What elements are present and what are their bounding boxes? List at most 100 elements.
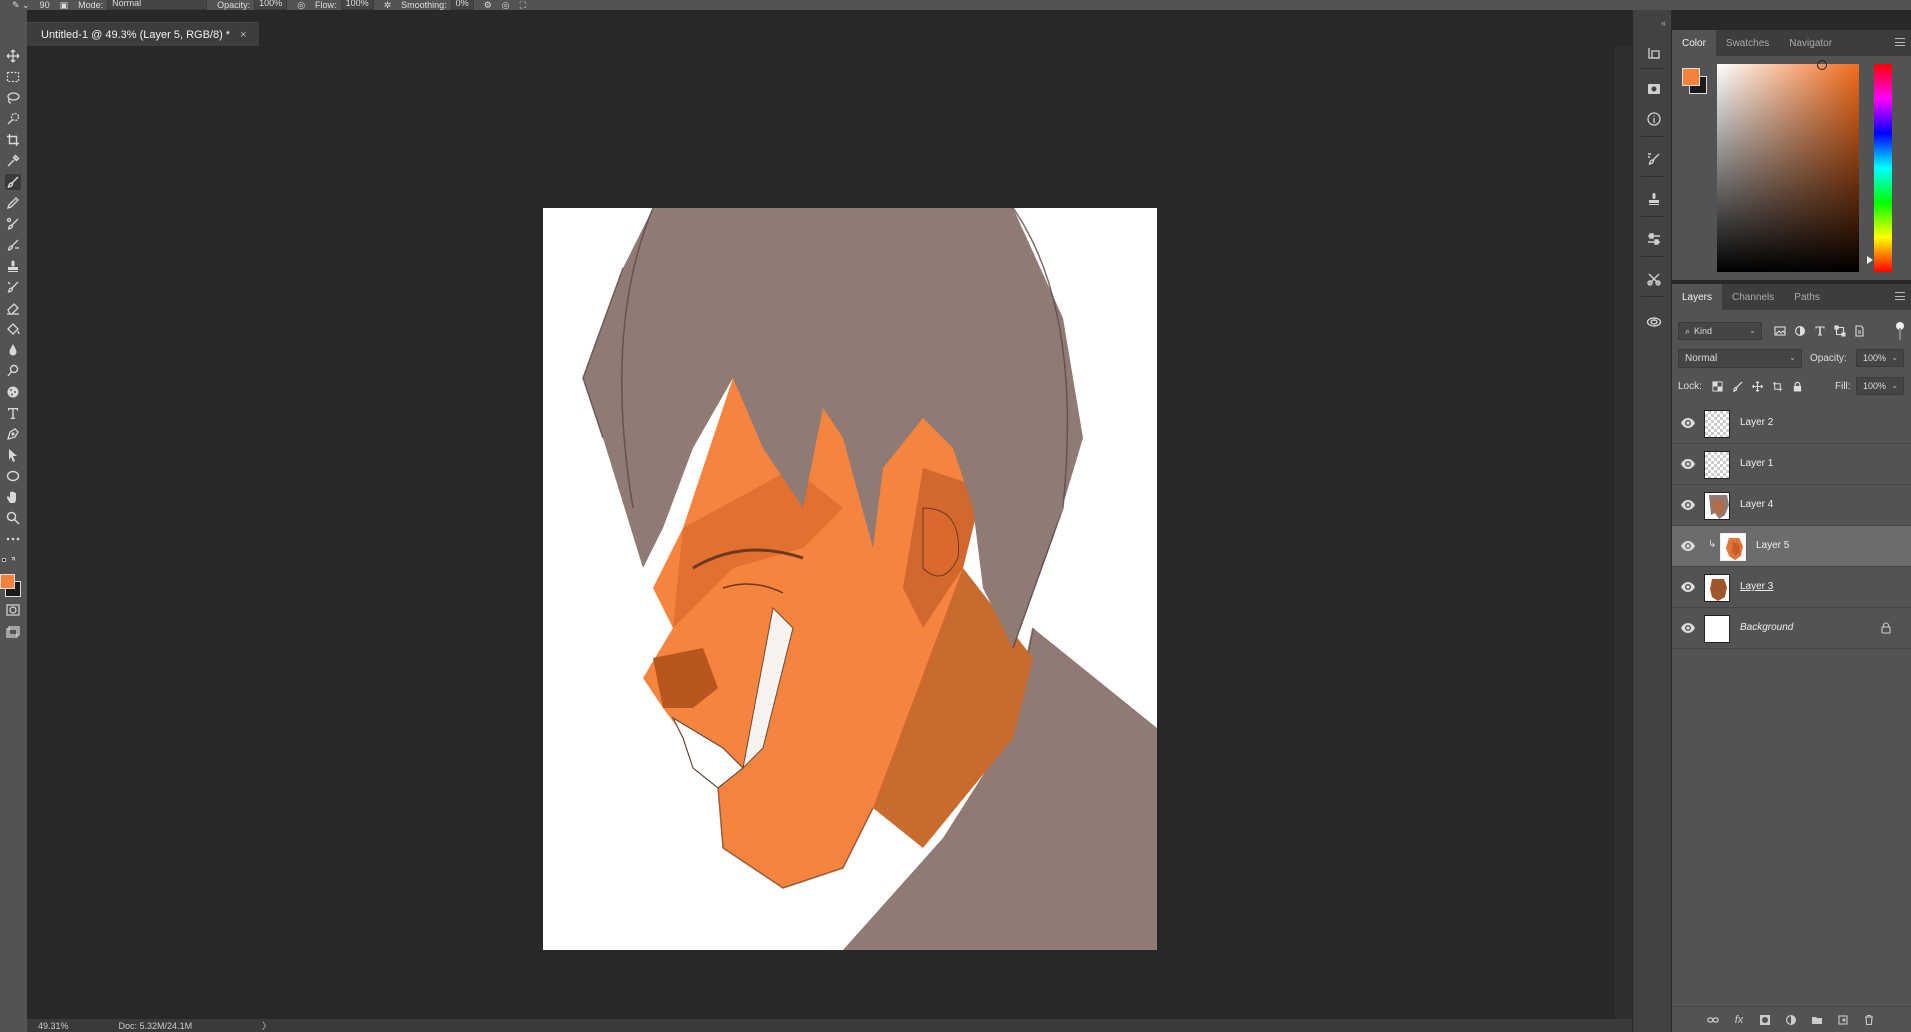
link-layers-icon[interactable] [1706, 1013, 1720, 1027]
vertical-scrollbar[interactable] [1613, 46, 1632, 1019]
visibility-eye-icon[interactable] [1680, 580, 1696, 594]
brush-tool-icon[interactable] [5, 174, 21, 190]
hand-tool-icon[interactable] [5, 489, 21, 505]
filter-adjustment-icon[interactable] [1793, 324, 1807, 338]
layer-row-layer-3[interactable]: Layer 3 [1672, 567, 1911, 608]
mixer-brush-tool-icon[interactable] [5, 237, 21, 253]
layers-panel-menu-icon[interactable] [1895, 292, 1905, 300]
tab-paths[interactable]: Paths [1784, 284, 1830, 310]
info-panel-icon[interactable] [1645, 110, 1663, 128]
brush-size[interactable]: 90 [40, 1, 50, 10]
dodge-tool-icon[interactable] [5, 363, 21, 379]
opacity-field[interactable]: 100% [254, 0, 288, 10]
visibility-eye-icon[interactable] [1680, 416, 1696, 430]
add-layer-mask-icon[interactable] [1758, 1013, 1772, 1027]
marquee-tool-icon[interactable] [5, 69, 21, 85]
canvas-workspace[interactable] [27, 46, 1613, 1019]
lock-image-pixels-icon[interactable] [1730, 379, 1744, 393]
collapse-panels-icon[interactable]: « [1661, 18, 1666, 28]
hue-slider-handle[interactable] [1867, 256, 1873, 264]
layer-name[interactable]: Layer 4 [1740, 499, 1773, 510]
color-picker-field[interactable] [1717, 60, 1859, 272]
tab-navigator[interactable]: Navigator [1779, 30, 1842, 56]
brush-preset-icon[interactable]: ✎ ⌄ [12, 1, 30, 10]
lasso-tool-icon[interactable] [5, 90, 21, 106]
visibility-eye-icon[interactable] [1680, 457, 1696, 471]
screen-mode-icon[interactable] [5, 624, 21, 640]
layer-row-background[interactable]: Background [1672, 608, 1911, 649]
quick-select-tool-icon[interactable] [5, 111, 21, 127]
document-tab[interactable]: Untitled-1 @ 49.3% (Layer 5, RGB/8) * × [27, 22, 259, 46]
smoothing-settings-gear-icon[interactable]: ⚙ [484, 1, 492, 10]
lock-position-icon[interactable] [1750, 379, 1764, 393]
layer-name[interactable]: Layer 2 [1740, 417, 1773, 428]
layer-opacity-field[interactable]: 100% ⌄ [1856, 349, 1904, 367]
zoom-level[interactable]: 49.31% [38, 1021, 69, 1031]
visibility-eye-icon[interactable] [1680, 539, 1696, 553]
foreground-color-swatch[interactable] [0, 574, 15, 589]
actions-panel-icon[interactable] [1645, 80, 1663, 98]
visibility-eye-icon[interactable] [1680, 498, 1696, 512]
type-tool-icon[interactable] [5, 405, 21, 421]
libraries-icon[interactable] [1645, 312, 1663, 330]
filter-smart-object-icon[interactable] [1852, 324, 1866, 338]
new-layer-icon[interactable] [1836, 1013, 1850, 1027]
artboard-canvas[interactable] [543, 208, 1157, 950]
airbrush-icon[interactable]: ✲ [384, 1, 392, 10]
foreground-color-swatch-panel[interactable] [1682, 68, 1700, 86]
clone-brush-tool-icon[interactable] [5, 216, 21, 232]
visibility-eye-icon[interactable] [1680, 621, 1696, 635]
tool-presets-icon[interactable] [1645, 270, 1663, 288]
move-tool-icon[interactable] [5, 48, 21, 64]
pressure-size-icon[interactable]: ◎ [502, 1, 510, 10]
pen-tool-icon[interactable] [5, 426, 21, 442]
clone-source-icon[interactable] [1645, 190, 1663, 208]
brush-settings-icon[interactable] [1645, 150, 1663, 168]
stamp-tool-icon[interactable] [5, 258, 21, 274]
layer-lock-icon[interactable] [1881, 622, 1891, 634]
eraser-tool-icon[interactable] [5, 300, 21, 316]
lock-all-icon[interactable] [1790, 379, 1804, 393]
color-panel-menu-icon[interactable] [1895, 38, 1905, 46]
ellipse-tool-icon[interactable] [5, 468, 21, 484]
new-adjustment-layer-icon[interactable] [1784, 1013, 1798, 1027]
smoothing-field[interactable]: 0% [450, 0, 474, 10]
layer-name[interactable]: Layer 3 [1740, 581, 1773, 592]
adjustments-icon[interactable] [1645, 230, 1663, 248]
new-group-folder-icon[interactable] [1810, 1013, 1824, 1027]
paint-bucket-tool-icon[interactable] [5, 321, 21, 337]
layer-row-layer-1[interactable]: Layer 1 [1672, 444, 1911, 485]
path-selection-tool-icon[interactable] [5, 447, 21, 463]
crop-tool-icon[interactable] [5, 132, 21, 148]
layer-style-fx-icon[interactable]: fx [1732, 1013, 1746, 1027]
brush-panel-toggle-icon[interactable]: ▣ [60, 1, 69, 10]
more-tools-icon[interactable] [5, 531, 21, 547]
filter-pixel-icon[interactable] [1773, 324, 1787, 338]
layer-name[interactable]: Layer 1 [1740, 458, 1773, 469]
layer-name[interactable]: Background [1740, 622, 1793, 633]
tab-layers[interactable]: Layers [1672, 284, 1723, 310]
hue-slider[interactable] [1874, 64, 1892, 272]
layer-filter-kind-select[interactable]: ⌕ Kind ⌄ [1678, 322, 1762, 340]
mode-select[interactable]: Normal [107, 0, 208, 10]
layer-name[interactable]: Layer 5 [1756, 540, 1789, 551]
filter-shape-icon[interactable] [1833, 324, 1847, 338]
sponge-tool-icon[interactable] [5, 384, 21, 400]
status-menu-arrow-icon[interactable]: 〉 [262, 1019, 271, 1032]
filter-type-icon[interactable] [1813, 324, 1827, 338]
layer-row-layer-4[interactable]: Layer 4 [1672, 485, 1911, 526]
layer-row-layer-5[interactable]: ↳ Layer 5 [1672, 526, 1911, 567]
zoom-tool-icon[interactable] [5, 510, 21, 526]
layer-row-layer-2[interactable]: Layer 2 [1672, 403, 1911, 444]
quick-mask-icon[interactable] [5, 602, 21, 618]
swap-reset-colors-icon[interactable] [0, 555, 18, 565]
close-tab-icon[interactable]: × [240, 29, 246, 41]
blend-mode-select[interactable]: Normal ⌄ [1678, 349, 1802, 368]
symmetry-icon[interactable]: ⛶ [520, 1, 526, 10]
lock-transparent-pixels-icon[interactable] [1710, 379, 1724, 393]
pencil-tool-icon[interactable] [5, 195, 21, 211]
tab-color[interactable]: Color [1672, 30, 1716, 56]
history-panel-icon[interactable] [1645, 44, 1663, 62]
eyedropper-tool-icon[interactable] [5, 153, 21, 169]
lock-artboard-icon[interactable] [1770, 379, 1784, 393]
